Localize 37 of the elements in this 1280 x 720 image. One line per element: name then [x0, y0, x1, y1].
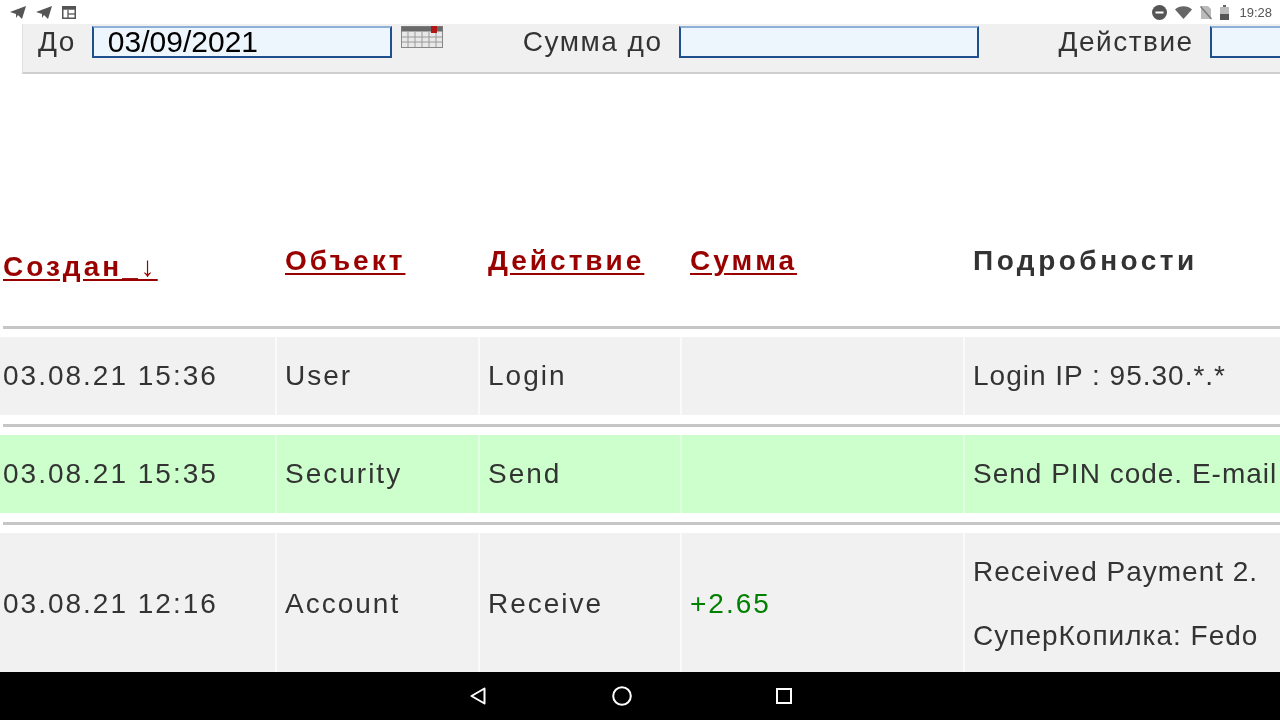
minus-circle-icon	[1152, 4, 1168, 20]
column-header: Подробности	[973, 245, 1198, 276]
battery-icon	[1220, 4, 1230, 20]
wifi-icon	[1175, 5, 1193, 19]
input-field[interactable]	[1209, 26, 1280, 58]
field-label: Действие	[1058, 26, 1195, 58]
input-field[interactable]	[678, 26, 979, 58]
status-time: 19:28	[1239, 4, 1272, 20]
no-sim-icon	[1200, 4, 1213, 20]
layout-icon	[62, 5, 76, 19]
recents-icon	[776, 688, 792, 704]
sort-link[interactable]: Действие	[488, 245, 645, 276]
table-cell: 03.08.21 15:35	[0, 435, 275, 513]
table-cell: +2.65	[682, 533, 963, 672]
paper-plane-icon	[10, 5, 26, 19]
back-icon	[470, 687, 486, 705]
table-cell: User	[277, 337, 478, 415]
table-cell: Send	[480, 435, 680, 513]
calendar-icon[interactable]	[400, 26, 443, 48]
detail-text: СуперКопилка: Fedo	[973, 620, 1259, 652]
field-label: Сумма до	[522, 26, 664, 58]
detail-text: Login IP : 95.30.*.*	[973, 360, 1226, 392]
home-icon	[612, 686, 632, 706]
sort-link[interactable]: Сумма	[690, 245, 798, 276]
sort-link[interactable]: Объект	[285, 245, 406, 276]
field-label: До	[38, 26, 77, 58]
paper-plane-icon	[36, 5, 52, 19]
table-cell: Account	[277, 533, 478, 672]
sort-link[interactable]: Создан_↓	[3, 251, 158, 282]
table-cell: 03.08.21 12:16	[0, 533, 275, 672]
table-cell: 03.08.21 15:36	[0, 337, 275, 415]
table-cell: Login	[480, 337, 680, 415]
input-field[interactable]: 03/09/2021	[91, 26, 392, 58]
table-cell: Receive	[480, 533, 680, 672]
detail-text: Received Payment 2.	[973, 556, 1259, 588]
detail-text: Send PIN code. E-mail	[973, 458, 1278, 490]
table-cell: Security	[277, 435, 478, 513]
